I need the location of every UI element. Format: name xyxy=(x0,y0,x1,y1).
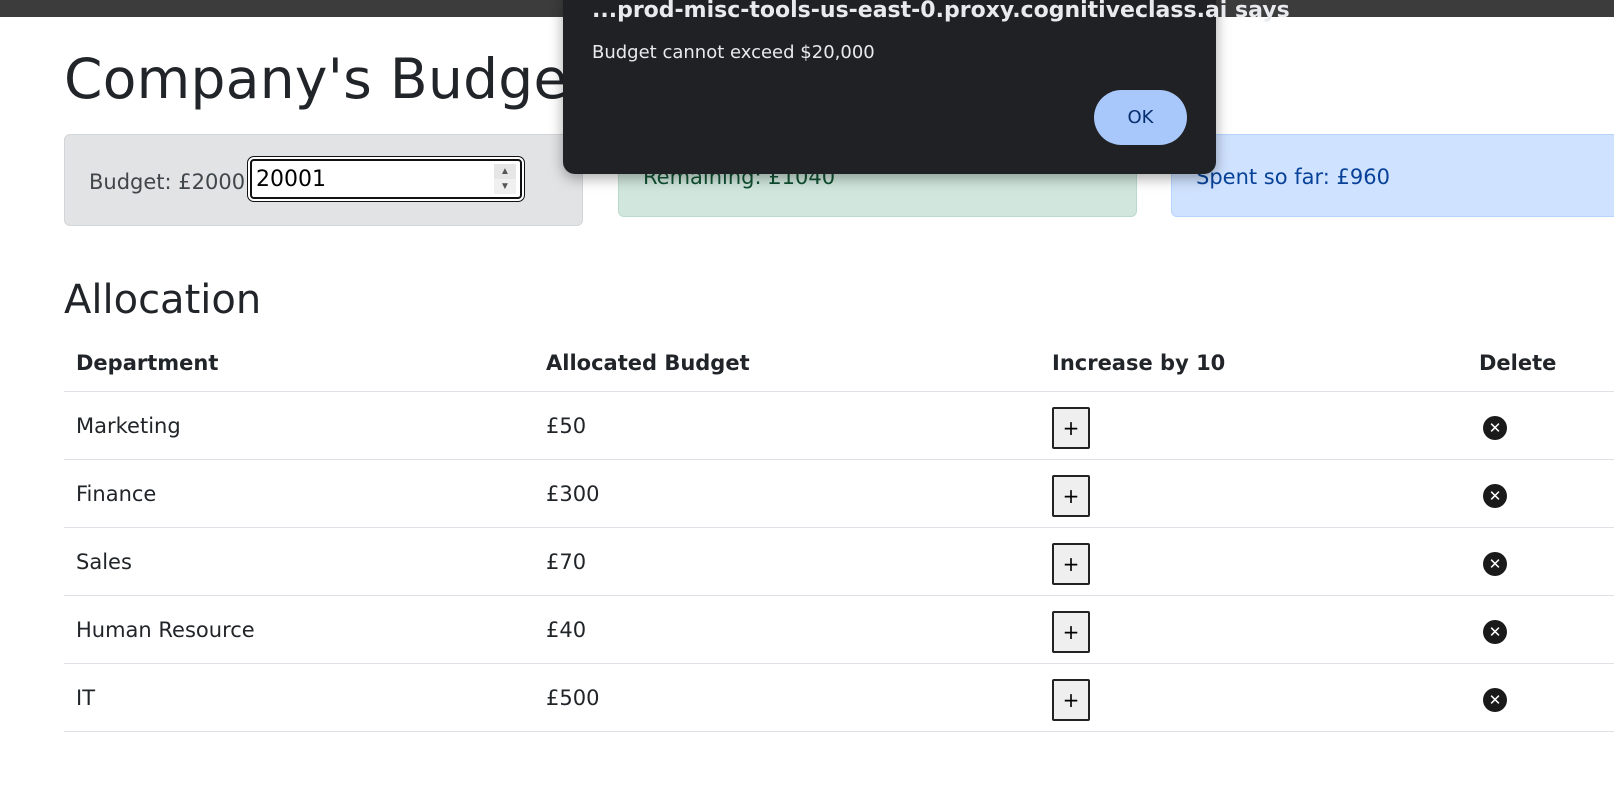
chevron-down-icon[interactable]: ▼ xyxy=(494,179,516,194)
column-header-delete: Delete xyxy=(1467,334,1614,392)
department-cell: Finance xyxy=(64,459,534,528)
close-circle-icon[interactable]: ✕ xyxy=(1483,687,1507,712)
close-circle-icon[interactable]: ✕ xyxy=(1483,619,1507,644)
increase-button[interactable]: + xyxy=(1052,474,1090,517)
table-header-row: Department Allocated Budget Increase by … xyxy=(64,334,1614,392)
column-header-department: Department xyxy=(64,334,534,392)
budget-input-container[interactable]: ▲ ▼ xyxy=(248,157,524,201)
spent-card: Spent so far: £960 xyxy=(1171,134,1614,217)
budget-cell: £40 xyxy=(534,595,1040,664)
alert-dialog: ...prod-misc-tools-us-east-0.proxy.cogni… xyxy=(563,0,1290,174)
budget-input[interactable] xyxy=(256,165,492,193)
budget-card: Budget: £20001 ▲ ▼ xyxy=(64,134,583,226)
increase-button[interactable]: + xyxy=(1052,678,1090,721)
dialog-message: Budget cannot exceed $20,000 xyxy=(592,42,875,63)
department-cell: Marketing xyxy=(64,391,534,460)
increase-button[interactable]: + xyxy=(1052,542,1090,585)
spent-text: Spent so far: £960 xyxy=(1196,165,1390,189)
chevron-up-icon[interactable]: ▲ xyxy=(494,164,516,179)
budget-cell: £500 xyxy=(534,663,1040,732)
table-row: Finance £300 + ✕ xyxy=(64,459,1614,528)
budget-cell: £50 xyxy=(534,391,1040,460)
close-circle-icon[interactable]: ✕ xyxy=(1483,415,1507,440)
budget-label: Budget: £20001 xyxy=(89,170,259,194)
table-row: Marketing £50 + ✕ xyxy=(64,391,1614,460)
department-cell: Sales xyxy=(64,527,534,596)
column-header-increase: Increase by 10 xyxy=(1040,334,1467,392)
table-row: IT £500 + ✕ xyxy=(64,663,1614,732)
close-circle-icon[interactable]: ✕ xyxy=(1483,551,1507,576)
budget-cell: £300 xyxy=(534,459,1040,528)
budget-spinner[interactable]: ▲ ▼ xyxy=(494,164,516,194)
budget-cell: £70 xyxy=(534,527,1040,596)
increase-button[interactable]: + xyxy=(1052,610,1090,653)
department-cell: IT xyxy=(64,663,534,732)
department-cell: Human Resource xyxy=(64,595,534,664)
table-row: Human Resource £40 + ✕ xyxy=(64,595,1614,664)
close-circle-icon[interactable]: ✕ xyxy=(1483,483,1507,508)
increase-button[interactable]: + xyxy=(1052,406,1090,449)
column-header-allocated-budget: Allocated Budget xyxy=(534,334,1040,392)
dialog-title: ...prod-misc-tools-us-east-0.proxy.cogni… xyxy=(592,0,1290,23)
ok-button[interactable]: OK xyxy=(1094,90,1187,145)
table-row: Sales £70 + ✕ xyxy=(64,527,1614,596)
allocation-title: Allocation xyxy=(64,277,262,323)
allocation-table: Department Allocated Budget Increase by … xyxy=(64,334,1614,732)
